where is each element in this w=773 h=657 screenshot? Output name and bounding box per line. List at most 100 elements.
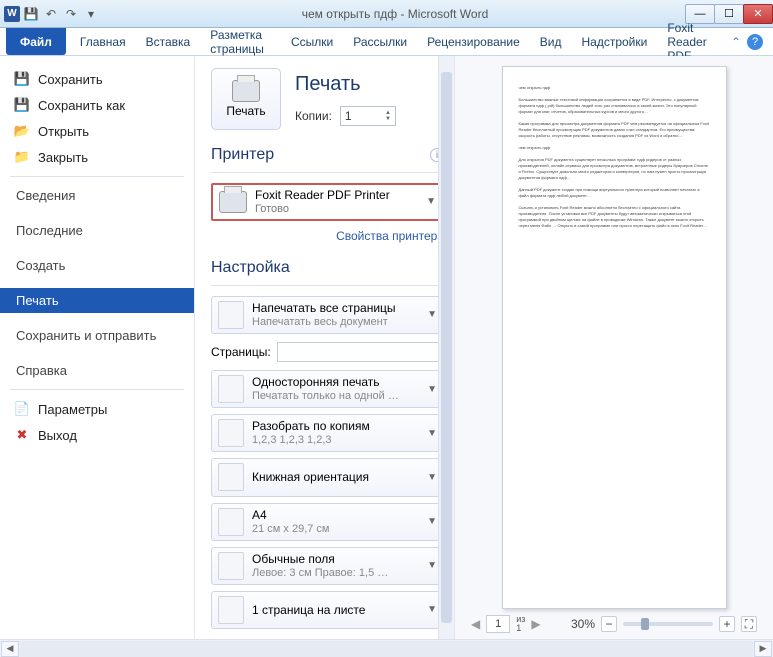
print-panel: Печать Печать Копии: 1 ▲▼ Принтерi Foxit… <box>195 56 455 639</box>
ribbon: Файл Главная Вставка Разметка страницы С… <box>0 28 773 56</box>
nav-separator <box>10 176 184 177</box>
next-page-button[interactable]: ▶ <box>531 617 540 631</box>
quick-access-toolbar: W 💾 ↶ ↷ ▾ <box>0 5 104 23</box>
nav-separator-2 <box>10 389 184 390</box>
tab-pagelayout[interactable]: Разметка страницы <box>200 28 281 55</box>
spinner-arrows-icon[interactable]: ▲▼ <box>385 110 391 122</box>
page-number-input[interactable]: 1 <box>486 615 510 633</box>
nav-options[interactable]: 📄Параметры <box>0 396 194 422</box>
tab-view[interactable]: Вид <box>530 28 572 55</box>
backstage: 💾Сохранить 💾Сохранить как 📂Открыть 📁Закр… <box>0 56 773 639</box>
printer-icon <box>232 80 260 102</box>
tab-references[interactable]: Ссылки <box>281 28 343 55</box>
dropdown-icon: ▼ <box>427 472 437 483</box>
tab-review[interactable]: Рецензирование <box>417 28 530 55</box>
backstage-nav: 💾Сохранить 💾Сохранить как 📂Открыть 📁Закр… <box>0 56 195 639</box>
qat-more-icon[interactable]: ▾ <box>82 5 100 23</box>
dropdown-icon: ▼ <box>427 560 437 571</box>
page-of: из1 <box>516 615 525 633</box>
tab-mailings[interactable]: Рассылки <box>343 28 417 55</box>
opt-paper-size[interactable]: A421 см x 29,7 см ▼ <box>211 503 444 541</box>
zoom-slider[interactable] <box>623 622 713 626</box>
paper-icon <box>218 508 244 536</box>
horizontal-scrollbar[interactable]: ◀ ▶ <box>0 639 773 657</box>
print-preview: чем открыть пдф Большинство важных текст… <box>455 56 773 639</box>
pages-label: Страницы: <box>211 345 271 359</box>
opt-pages-per-sheet[interactable]: 1 страница на листе ▼ <box>211 591 444 629</box>
zoom-fit-button[interactable]: ⛶ <box>741 616 757 632</box>
save-icon[interactable]: 💾 <box>22 5 40 23</box>
nav-exit[interactable]: ✖Выход <box>0 422 194 448</box>
copies-row: Копии: 1 ▲▼ <box>295 106 396 126</box>
nav-save[interactable]: 💾Сохранить <box>0 66 194 92</box>
saveas-icon: 💾 <box>14 97 30 113</box>
tab-addins[interactable]: Надстройки <box>571 28 657 55</box>
scroll-track[interactable] <box>20 641 753 657</box>
open-icon: 📂 <box>14 123 30 139</box>
ribbon-collapse-icon[interactable]: ⌃ <box>731 35 741 49</box>
nav-new[interactable]: Создать <box>0 253 194 278</box>
tab-insert[interactable]: Вставка <box>136 28 201 55</box>
printer-select[interactable]: Foxit Reader PDF Printer Готово ▼ <box>211 183 444 221</box>
pages-icon <box>218 301 244 329</box>
printer-properties-link[interactable]: Свойства принтера <box>211 229 444 243</box>
tab-foxit[interactable]: Foxit Reader PDF <box>657 28 731 55</box>
dropdown-icon: ▼ <box>426 196 436 207</box>
tab-file[interactable]: Файл <box>6 28 66 55</box>
margins-icon <box>218 552 244 580</box>
pages-row: Страницы: i <box>211 342 444 362</box>
scroll-left-button[interactable]: ◀ <box>1 641 19 657</box>
dropdown-icon: ▼ <box>427 604 437 615</box>
help-icon[interactable]: ? <box>747 34 763 50</box>
nav-close[interactable]: 📁Закрыть <box>0 144 194 170</box>
close-icon: 📁 <box>14 149 30 165</box>
pages-input[interactable] <box>277 342 442 362</box>
nav-open[interactable]: 📂Открыть <box>0 118 194 144</box>
opt-print-range[interactable]: Напечатать все страницыНапечатать весь д… <box>211 296 444 334</box>
window-title: чем открыть пдф - Microsoft Word <box>104 7 686 21</box>
nav-recent[interactable]: Последние <box>0 218 194 243</box>
zoom-value: 30% <box>571 617 595 631</box>
nav-info[interactable]: Сведения <box>0 183 194 208</box>
nav-print[interactable]: Печать <box>0 288 194 313</box>
printer-name: Foxit Reader PDF Printer <box>255 188 390 202</box>
center-scrollbar[interactable] <box>438 56 454 639</box>
sheet-icon <box>218 596 244 624</box>
zoom-thumb[interactable] <box>641 618 649 630</box>
nav-send[interactable]: Сохранить и отправить <box>0 323 194 348</box>
redo-icon[interactable]: ↷ <box>62 5 80 23</box>
options-icon: 📄 <box>14 401 30 417</box>
opt-collate[interactable]: Разобрать по копиям1,2,3 1,2,3 1,2,3 ▼ <box>211 414 444 452</box>
nav-help[interactable]: Справка <box>0 358 194 383</box>
collate-icon <box>218 419 244 447</box>
word-app-icon: W <box>4 6 20 22</box>
close-button[interactable]: ✕ <box>743 4 773 24</box>
tab-home[interactable]: Главная <box>70 28 136 55</box>
ribbon-extras: ⌃ ? <box>731 28 773 55</box>
copies-label: Копии: <box>295 109 332 123</box>
opt-sides[interactable]: Односторонняя печатьПечатать только на о… <box>211 370 444 408</box>
preview-footer: ◀ 1 из1 ▶ 30% − + ⛶ <box>467 609 761 639</box>
dropdown-icon: ▼ <box>427 516 437 527</box>
scroll-right-button[interactable]: ▶ <box>754 641 772 657</box>
page-icon <box>218 375 244 403</box>
zoom-in-button[interactable]: + <box>719 616 735 632</box>
copies-spinner[interactable]: 1 ▲▼ <box>340 106 396 126</box>
opt-margins[interactable]: Обычные поляЛевое: 3 см Правое: 1,5 … ▼ <box>211 547 444 585</box>
exit-icon: ✖ <box>14 427 30 443</box>
preview-page: чем открыть пдф Большинство важных текст… <box>502 66 727 609</box>
dropdown-icon: ▼ <box>427 309 437 320</box>
prev-page-button[interactable]: ◀ <box>471 617 480 631</box>
opt-orientation[interactable]: Книжная ориентация ▼ <box>211 458 444 496</box>
printer-icon <box>219 191 247 213</box>
save-icon: 💾 <box>14 71 30 87</box>
settings-section-title: Настройка <box>211 259 444 277</box>
zoom-out-button[interactable]: − <box>601 616 617 632</box>
dropdown-icon: ▼ <box>427 428 437 439</box>
printer-status: Готово <box>255 202 390 216</box>
dropdown-icon: ▼ <box>427 384 437 395</box>
undo-icon[interactable]: ↶ <box>42 5 60 23</box>
orientation-icon <box>218 463 244 491</box>
nav-saveas[interactable]: 💾Сохранить как <box>0 92 194 118</box>
print-button[interactable]: Печать <box>211 68 281 130</box>
